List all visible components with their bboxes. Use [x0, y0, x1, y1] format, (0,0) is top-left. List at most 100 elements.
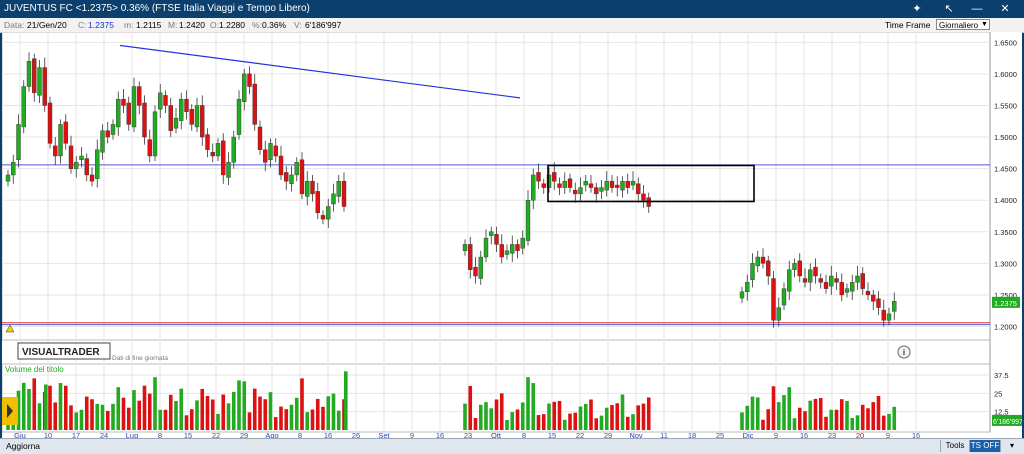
vol-value: 6'186'997: [305, 20, 342, 30]
volume-bar: [829, 409, 834, 430]
volume-bar: [824, 416, 828, 430]
volume-bar: [27, 388, 31, 430]
volume-bar: [583, 403, 588, 430]
volume-bar: [803, 411, 807, 430]
volume-bar: [242, 381, 247, 430]
x-tick-label: 15: [548, 431, 556, 438]
x-tick-label: 29: [604, 431, 612, 438]
candle-body: [268, 143, 273, 160]
volume-bar: [515, 409, 520, 430]
price-volume-chart[interactable]: Giu 10 17 24 Lug 8 15 22 29 Ago 8 16 26 Set 9 16 23 Ott 8 1…: [1, 31, 1023, 440]
vol-label: V:: [294, 20, 302, 30]
volume-bar: [489, 408, 494, 430]
max-label: M:: [168, 20, 178, 30]
volume-bar: [100, 404, 105, 430]
candle-body: [797, 260, 802, 277]
y-tick-label: 1.6500: [994, 38, 1017, 47]
chevron-down-icon[interactable]: ▼: [980, 20, 989, 29]
candle-body: [37, 67, 42, 96]
candle-body: [871, 294, 876, 302]
candle-body: [844, 288, 850, 293]
close-label: C:: [78, 20, 87, 30]
volume-bar: [620, 394, 625, 430]
x-tick-label: 23: [828, 431, 836, 438]
candle-body: [147, 139, 152, 157]
candle-body: [604, 181, 609, 191]
volume-bar: [111, 403, 115, 430]
tools-button[interactable]: Tools: [940, 440, 969, 452]
candle-body: [525, 200, 531, 241]
x-tick-label: 16: [324, 431, 332, 438]
update-button[interactable]: Aggiorna: [6, 441, 40, 451]
candle-body: [489, 231, 494, 236]
minimize-icon[interactable]: —: [970, 2, 984, 16]
candle-body: [273, 145, 278, 157]
volume-bar: [855, 415, 860, 430]
volume-bar: [126, 407, 131, 430]
open-value: 1.2280: [219, 20, 245, 30]
restore-icon[interactable]: ↖: [942, 2, 956, 16]
candle-body: [855, 275, 860, 283]
candle-body: [257, 126, 263, 150]
volume-bar: [147, 393, 152, 430]
candle-body: [200, 105, 205, 138]
pin-icon[interactable]: ✦: [910, 2, 924, 16]
x-tick-label: Ago: [265, 431, 278, 438]
candle-body: [562, 181, 567, 188]
candle-body: [557, 183, 562, 188]
volume-bar: [520, 402, 525, 430]
candle-body: [609, 181, 615, 188]
x-tick-label: 8: [522, 431, 526, 438]
vol-tick-label: 37.5: [994, 371, 1009, 380]
last-price-label: 1.2375: [994, 299, 1017, 308]
max-value: 1.2420: [179, 20, 205, 30]
candle-body: [552, 172, 557, 182]
candle-body: [578, 187, 583, 195]
volume-bar: [463, 403, 467, 430]
pct-value: 0.36%: [262, 20, 287, 30]
volume-bar: [505, 420, 509, 430]
last-volume-label: 6'186'997: [993, 419, 1022, 426]
volume-bar: [121, 397, 126, 430]
volume-bar: [568, 413, 572, 430]
candle-body: [771, 278, 776, 321]
candle-body: [326, 206, 331, 220]
volume-bar: [221, 394, 226, 430]
volume-bar: [552, 401, 557, 430]
volume-bar: [541, 414, 546, 430]
candle-body: [205, 134, 210, 150]
candle-body: [299, 159, 305, 195]
x-tick-label: 25: [716, 431, 724, 438]
candle-body: [142, 102, 147, 138]
candle-body: [226, 162, 231, 178]
vol-tick-label: 25: [994, 389, 1002, 398]
candle-body: [16, 124, 21, 160]
brand-box: VISUALTRADER: [17, 342, 111, 360]
settings-icon[interactable]: ▾: [1000, 440, 1023, 452]
volume-bar: [153, 377, 157, 430]
candle-body: [510, 244, 515, 254]
candle-body: [876, 298, 881, 308]
volume-bar: [557, 400, 562, 430]
volume-bar: [90, 399, 94, 430]
candle-body: [68, 145, 74, 169]
date-label: Data:: [4, 20, 25, 30]
volume-bar: [604, 407, 609, 430]
ts-toggle[interactable]: TS OFF: [969, 440, 1000, 452]
volume-bar: [53, 402, 58, 430]
volume-bar: [484, 402, 488, 430]
x-tick-label: 16: [912, 431, 920, 438]
volume-bar: [58, 383, 63, 430]
candle-body: [47, 102, 53, 144]
title-bar: JUVENTUS FC <1.2375> 0.36% (FTSE Italia …: [0, 0, 1024, 18]
volume-bar: [834, 409, 839, 430]
candle-body: [231, 136, 236, 163]
last-price-tag: 1.2375: [992, 296, 1020, 308]
candle-body: [520, 237, 525, 249]
candle-body: [787, 269, 792, 292]
candle-body: [263, 149, 268, 163]
volume-bar: [179, 388, 184, 430]
candle-body: [221, 140, 226, 176]
close-icon[interactable]: ✕: [998, 2, 1012, 16]
candle-body: [808, 269, 813, 283]
